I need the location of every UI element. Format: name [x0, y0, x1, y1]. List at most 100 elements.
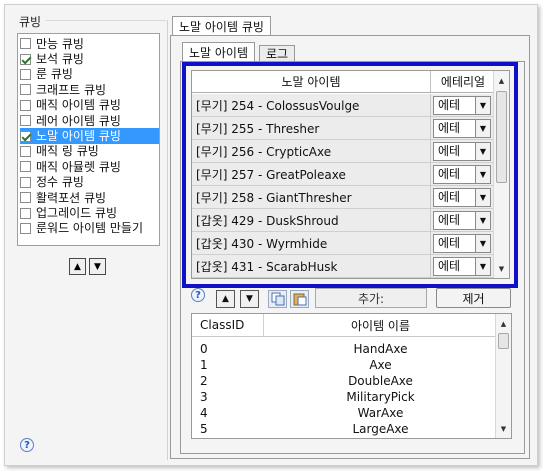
- item-name-cell: Axe: [369, 358, 392, 372]
- cube-type-item[interactable]: 룬 큐빙: [20, 67, 159, 82]
- dropdown-arrow-icon[interactable]: ▼: [475, 142, 490, 160]
- class-row[interactable]: 0 HandAxe: [192, 341, 497, 357]
- class-row[interactable]: 4 WarAxe: [192, 405, 497, 421]
- cube-type-item[interactable]: 정수 큐빙: [20, 175, 159, 190]
- scroll-down-icon[interactable]: ▼: [496, 421, 511, 436]
- cube-type-item[interactable]: 활력포션 큐빙: [20, 190, 159, 205]
- cube-type-checkbox[interactable]: [20, 38, 31, 50]
- grid-row[interactable]: [무기] 254 - ColossusVoulge 에테 ▼: [192, 94, 495, 117]
- cube-type-checkbox[interactable]: [20, 115, 31, 127]
- class-row[interactable]: 5 LargeAxe: [192, 421, 497, 437]
- grid-row[interactable]: [무기] 255 - Thresher 에테 ▼: [192, 117, 495, 140]
- item-cell: [갑옷] 429 - DuskShroud: [192, 209, 431, 231]
- cube-type-checkbox[interactable]: [20, 222, 31, 234]
- class-row[interactable]: 1 Axe: [192, 357, 497, 373]
- dropdown-arrow-icon[interactable]: ▼: [475, 211, 490, 229]
- ethereal-value: 에테: [438, 258, 461, 273]
- scroll-thumb[interactable]: [496, 91, 507, 183]
- tab-log[interactable]: 로그: [259, 45, 296, 62]
- ethereal-value: 에테: [438, 212, 461, 227]
- move-up-button[interactable]: ▲: [69, 258, 86, 275]
- scroll-up-icon[interactable]: ▲: [494, 73, 509, 88]
- cube-type-checkbox[interactable]: [20, 161, 31, 173]
- ethereal-select[interactable]: 에테 ▼: [433, 164, 491, 184]
- cube-type-item[interactable]: 크래프트 큐빙: [20, 82, 159, 97]
- list-up-button[interactable]: ▲: [216, 290, 235, 308]
- paste-icon: [293, 293, 306, 306]
- paste-button[interactable]: [290, 290, 309, 308]
- cube-type-item[interactable]: 레어 아이템 큐빙: [20, 113, 159, 128]
- ethereal-select[interactable]: 에테 ▼: [433, 233, 491, 253]
- ethereal-cell: 에테 ▼: [431, 232, 495, 254]
- cube-type-checkbox[interactable]: [20, 99, 31, 111]
- help-icon[interactable]: ?: [20, 438, 34, 452]
- class-id-cell: 3: [200, 390, 208, 404]
- dropdown-arrow-icon[interactable]: ▼: [475, 234, 490, 252]
- cube-type-checkbox[interactable]: [20, 130, 31, 142]
- dropdown-arrow-icon[interactable]: ▼: [475, 119, 490, 137]
- cube-type-checkbox[interactable]: [20, 176, 31, 188]
- column-header-item[interactable]: 노말 아이템: [192, 71, 431, 92]
- cube-type-label: 매직 링 큐빙: [36, 144, 99, 159]
- dropdown-arrow-icon[interactable]: ▼: [475, 257, 490, 275]
- cube-type-item[interactable]: 노말 아이템 큐빙: [20, 128, 159, 144]
- normal-item-grid[interactable]: 노말 아이템 에테리얼 [무기] 254 - ColossusVoulge 에테 ▼…: [191, 70, 510, 279]
- cube-type-checkbox[interactable]: [20, 145, 31, 157]
- cube-type-item[interactable]: 보석 큐빙: [20, 51, 159, 66]
- grid-row[interactable]: [갑옷] 429 - DuskShroud 에테 ▼: [192, 209, 495, 232]
- scroll-thumb[interactable]: [498, 333, 509, 349]
- cube-type-checkbox[interactable]: [20, 84, 31, 96]
- cube-type-item[interactable]: 매직 링 큐빙: [20, 144, 159, 159]
- grid-row[interactable]: [무기] 256 - CrypticAxe 에테 ▼: [192, 140, 495, 163]
- dropdown-arrow-icon[interactable]: ▼: [475, 96, 490, 114]
- cube-type-item[interactable]: 만능 큐빙: [20, 36, 159, 51]
- up-arrow-icon: ▲: [74, 261, 81, 272]
- cube-type-checkbox[interactable]: [20, 68, 31, 80]
- ethereal-select[interactable]: 에테 ▼: [433, 118, 491, 138]
- ethereal-select[interactable]: 에테 ▼: [433, 187, 491, 207]
- grid-row[interactable]: [갑옷] 431 - ScarabHusk 에테 ▼: [192, 255, 495, 278]
- column-header-ethereal[interactable]: 에테리얼: [431, 71, 495, 92]
- scroll-down-icon[interactable]: ▼: [494, 261, 509, 276]
- item-cell: [갑옷] 431 - ScarabHusk: [192, 255, 431, 277]
- cube-type-item[interactable]: 룬워드 아이템 만들기: [20, 221, 159, 236]
- remove-button[interactable]: 제거: [436, 288, 511, 308]
- cube-type-list[interactable]: 만능 큐빙 보석 큐빙 룬 큐빙 크래프트 큐빙 매직 아이템 큐빙 레어 아이템 큐빙 노…: [17, 33, 160, 246]
- cube-type-checkbox[interactable]: [20, 192, 31, 204]
- item-name-cell: WarAxe: [357, 406, 404, 420]
- item-name-cell: HandAxe: [353, 342, 408, 356]
- cube-type-checkbox[interactable]: [20, 207, 31, 219]
- scroll-up-icon[interactable]: ▲: [496, 316, 511, 331]
- column-header-item-name[interactable]: 아이템 이름: [264, 314, 497, 336]
- tab-normal-item-cubing[interactable]: 노말 아이템 큐빙: [172, 16, 271, 36]
- move-down-button[interactable]: ▼: [89, 258, 106, 275]
- grid-scrollbar[interactable]: ▲ ▼: [493, 71, 509, 278]
- dropdown-arrow-icon[interactable]: ▼: [475, 165, 490, 183]
- copy-button[interactable]: [268, 290, 287, 308]
- dropdown-arrow-icon[interactable]: ▼: [475, 188, 490, 206]
- class-row[interactable]: 2 DoubleAxe: [192, 373, 497, 389]
- cube-type-item[interactable]: 매직 아이템 큐빙: [20, 98, 159, 113]
- tab-normal-item[interactable]: 노말 아이템: [182, 42, 256, 62]
- ethereal-value: 에테: [438, 166, 461, 181]
- ethereal-select[interactable]: 에테 ▼: [433, 256, 491, 276]
- ethereal-select[interactable]: 에테 ▼: [433, 95, 491, 115]
- class-row[interactable]: 3 MilitaryPick: [192, 389, 497, 405]
- grid-row[interactable]: [무기] 258 - GiantThresher 에테 ▼: [192, 186, 495, 209]
- list-down-button[interactable]: ▼: [240, 290, 259, 308]
- help-icon-list[interactable]: ?: [191, 288, 205, 302]
- column-header-classid[interactable]: ClassID: [192, 314, 264, 336]
- cube-type-checkbox[interactable]: [20, 53, 31, 65]
- class-list-scrollbar[interactable]: ▲ ▼: [495, 314, 511, 438]
- cube-type-item[interactable]: 매직 아뮬렛 큐빙: [20, 159, 159, 174]
- add-item-field[interactable]: 추가:: [315, 288, 427, 308]
- item-cell: [갑옷] 430 - Wyrmhide: [192, 232, 431, 254]
- ethereal-select[interactable]: 에테 ▼: [433, 141, 491, 161]
- cube-type-label: 레어 아이템 큐빙: [36, 113, 121, 128]
- class-id-list[interactable]: ClassID 아이템 이름 0 HandAxe 1 Axe 2 DoubleAxe 3 Mi…: [191, 313, 512, 439]
- grid-row[interactable]: [갑옷] 430 - Wyrmhide 에테 ▼: [192, 232, 495, 255]
- grid-row[interactable]: [무기] 257 - GreatPoleaxe 에테 ▼: [192, 163, 495, 186]
- cube-type-item[interactable]: 업그레이드 큐빙: [20, 205, 159, 220]
- ethereal-cell: 에테 ▼: [431, 209, 495, 231]
- ethereal-select[interactable]: 에테 ▼: [433, 210, 491, 230]
